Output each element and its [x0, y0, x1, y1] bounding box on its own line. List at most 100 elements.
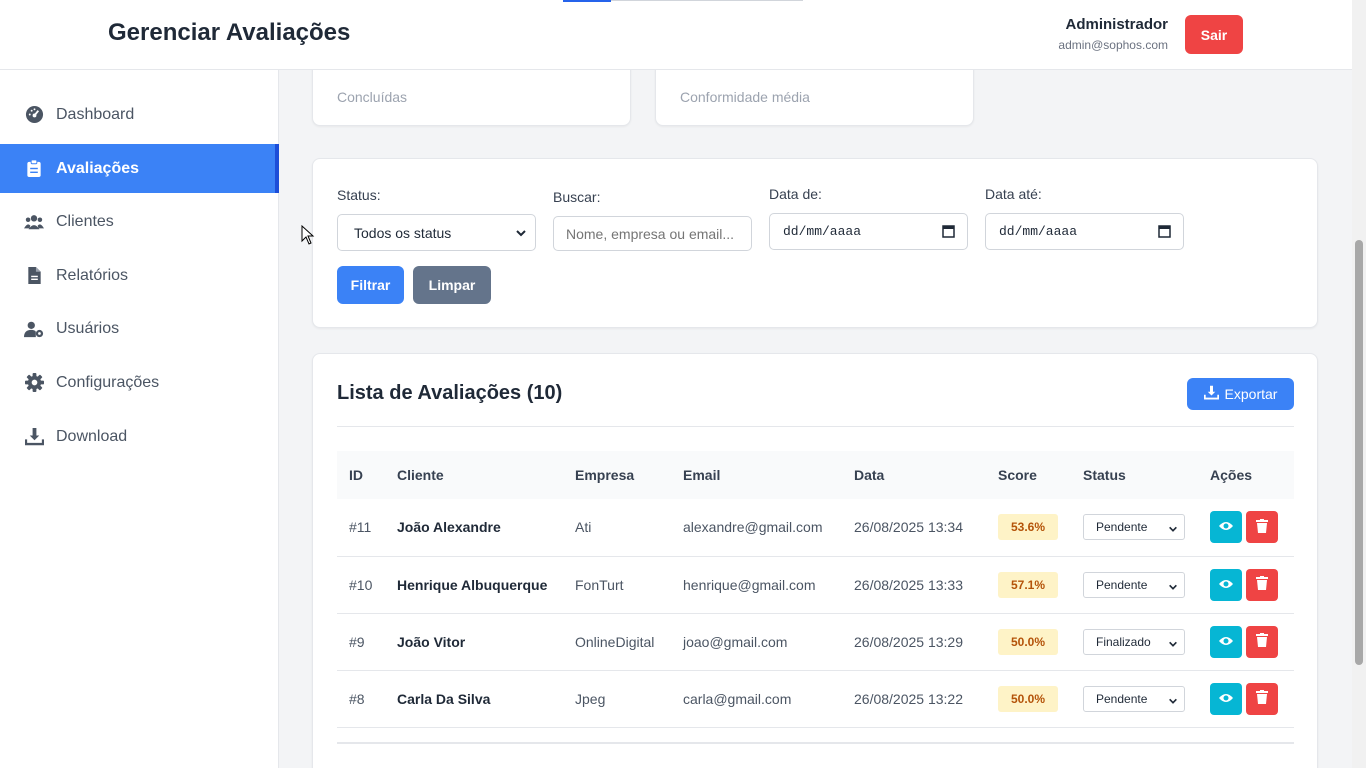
column-header: Score — [986, 451, 1071, 499]
status-value: Pendente — [1096, 577, 1148, 592]
filter-panel: Status: Todos os status Buscar: Data de:… — [312, 158, 1318, 328]
clipboard-icon — [24, 159, 44, 179]
date-to-input[interactable]: dd/mm/aaaa — [985, 213, 1184, 250]
cell-date: 26/08/2025 13:33 — [842, 556, 986, 614]
delete-button[interactable] — [1246, 511, 1278, 544]
status-select[interactable]: Pendente — [1083, 571, 1185, 598]
status-filter-select[interactable]: Todos os status — [337, 214, 536, 251]
page-title: Gerenciar Avaliações — [108, 19, 351, 46]
view-button[interactable] — [1210, 568, 1242, 601]
scrollbar-thumb[interactable] — [1355, 240, 1363, 665]
status-select[interactable]: Finalizado — [1083, 628, 1185, 655]
cell-id: #11 — [337, 499, 385, 557]
sidebar-item-download[interactable]: Download — [0, 412, 279, 461]
cell-score: 53.6% — [986, 499, 1071, 557]
cell-client: João Vitor — [385, 613, 563, 671]
export-button[interactable]: Exportar — [1187, 378, 1294, 410]
view-button[interactable] — [1210, 511, 1242, 544]
dashboard-icon — [24, 105, 44, 125]
sidebar-item-label: Usuários — [56, 319, 120, 337]
cell-id: #9 — [337, 613, 385, 671]
sidebar-item-avaliacoes[interactable]: Avaliações — [0, 144, 279, 193]
cell-email: alexandre@gmail.com — [671, 499, 842, 557]
trash-icon — [1256, 518, 1268, 536]
column-header: ID — [337, 451, 385, 499]
column-header: Ações — [1198, 451, 1294, 499]
score-badge: 53.6% — [998, 514, 1058, 541]
table-row: #8 Carla Da Silva Jpeg carla@gmail.com 2… — [337, 670, 1294, 728]
sidebar-item-relatorios[interactable]: Relatórios — [0, 251, 279, 300]
date-to-label: Data até: — [985, 186, 1042, 202]
cell-client: João Alexandre — [385, 499, 563, 557]
sidebar-item-label: Relatórios — [56, 266, 129, 284]
cell-score: 50.0% — [986, 613, 1071, 671]
view-button[interactable] — [1210, 625, 1242, 658]
sidebar-item-label: Clientes — [56, 212, 114, 230]
search-label: Buscar: — [553, 189, 601, 205]
column-header: Status — [1071, 451, 1198, 499]
eye-icon — [1218, 519, 1234, 535]
sidebar-item-label: Avaliações — [56, 159, 140, 177]
stat-label: Conformidade média — [680, 89, 810, 105]
filter-button[interactable]: Filtrar — [337, 266, 404, 304]
delete-button[interactable] — [1246, 682, 1278, 715]
cell-email: carla@gmail.com — [671, 670, 842, 728]
delete-button[interactable] — [1246, 625, 1278, 658]
document-icon — [24, 266, 44, 286]
calendar-icon[interactable] — [1158, 224, 1171, 242]
view-button[interactable] — [1210, 682, 1242, 715]
cell-company: FonTurt — [563, 556, 671, 614]
cell-status: Pendente — [1071, 499, 1198, 557]
cell-status: Pendente — [1071, 556, 1198, 614]
chevron-down-icon — [1168, 695, 1178, 709]
user-cog-icon — [24, 319, 44, 339]
date-from-value: dd/mm/aaaa — [783, 224, 862, 239]
logout-button[interactable]: Sair — [1185, 15, 1243, 54]
table-row: #10 Henrique Albuquerque FonTurt henriqu… — [337, 556, 1294, 614]
sidebar-item-configuracoes[interactable]: Configurações — [0, 358, 279, 407]
page-scrollbar[interactable] — [1352, 0, 1366, 768]
cell-company: Ati — [563, 499, 671, 557]
chevron-down-icon — [515, 226, 527, 242]
delete-button[interactable] — [1246, 568, 1278, 601]
column-header: Data — [842, 451, 986, 499]
status-select[interactable]: Pendente — [1083, 514, 1185, 541]
date-to-value: dd/mm/aaaa — [999, 224, 1078, 239]
list-title: Lista de Avaliações (10) — [337, 382, 563, 404]
cell-score: 50.0% — [986, 670, 1071, 728]
status-value: Pendente — [1096, 691, 1148, 706]
cell-email: henrique@gmail.com — [671, 556, 842, 614]
table-row: #9 João Vitor OnlineDigital joao@gmail.c… — [337, 613, 1294, 671]
table-header-row: ID Cliente Empresa Email Data Score Stat… — [337, 451, 1294, 499]
sidebar-item-usuarios[interactable]: Usuários — [0, 304, 279, 353]
status-select[interactable]: Pendente — [1083, 685, 1185, 712]
stat-card-completed: Concluídas — [312, 70, 631, 126]
cell-client: Henrique Albuquerque — [385, 556, 563, 614]
cell-date: 26/08/2025 13:29 — [842, 613, 986, 671]
score-badge: 50.0% — [998, 628, 1058, 655]
cell-client: Carla Da Silva — [385, 670, 563, 728]
column-header: Email — [671, 451, 842, 499]
date-from-label: Data de: — [769, 186, 822, 202]
date-from-input[interactable]: dd/mm/aaaa — [769, 213, 968, 250]
calendar-icon[interactable] — [942, 224, 955, 242]
cell-actions — [1198, 670, 1294, 728]
trash-icon — [1256, 576, 1268, 593]
clear-button[interactable]: Limpar — [413, 266, 491, 304]
sidebar-item-clientes[interactable]: Clientes — [0, 197, 279, 246]
search-input[interactable] — [553, 216, 752, 251]
user-name: Administrador — [1065, 16, 1168, 33]
mouse-cursor-icon — [301, 224, 315, 250]
cell-score: 57.1% — [986, 556, 1071, 614]
cell-date: 26/08/2025 13:34 — [842, 499, 986, 557]
user-info: Administrador admin@sophos.com — [1058, 16, 1168, 52]
main-content: Concluídas Conformidade média Status: To… — [279, 70, 1352, 768]
sidebar-item-dashboard[interactable]: Dashboard — [0, 90, 279, 139]
table-bottom-border — [337, 742, 1294, 744]
status-value: Finalizado — [1096, 634, 1151, 649]
divider — [337, 426, 1294, 427]
cell-actions — [1198, 556, 1294, 614]
evaluations-table: ID Cliente Empresa Email Data Score Stat… — [337, 451, 1294, 728]
score-badge: 50.0% — [998, 685, 1058, 712]
export-label: Exportar — [1224, 386, 1278, 402]
